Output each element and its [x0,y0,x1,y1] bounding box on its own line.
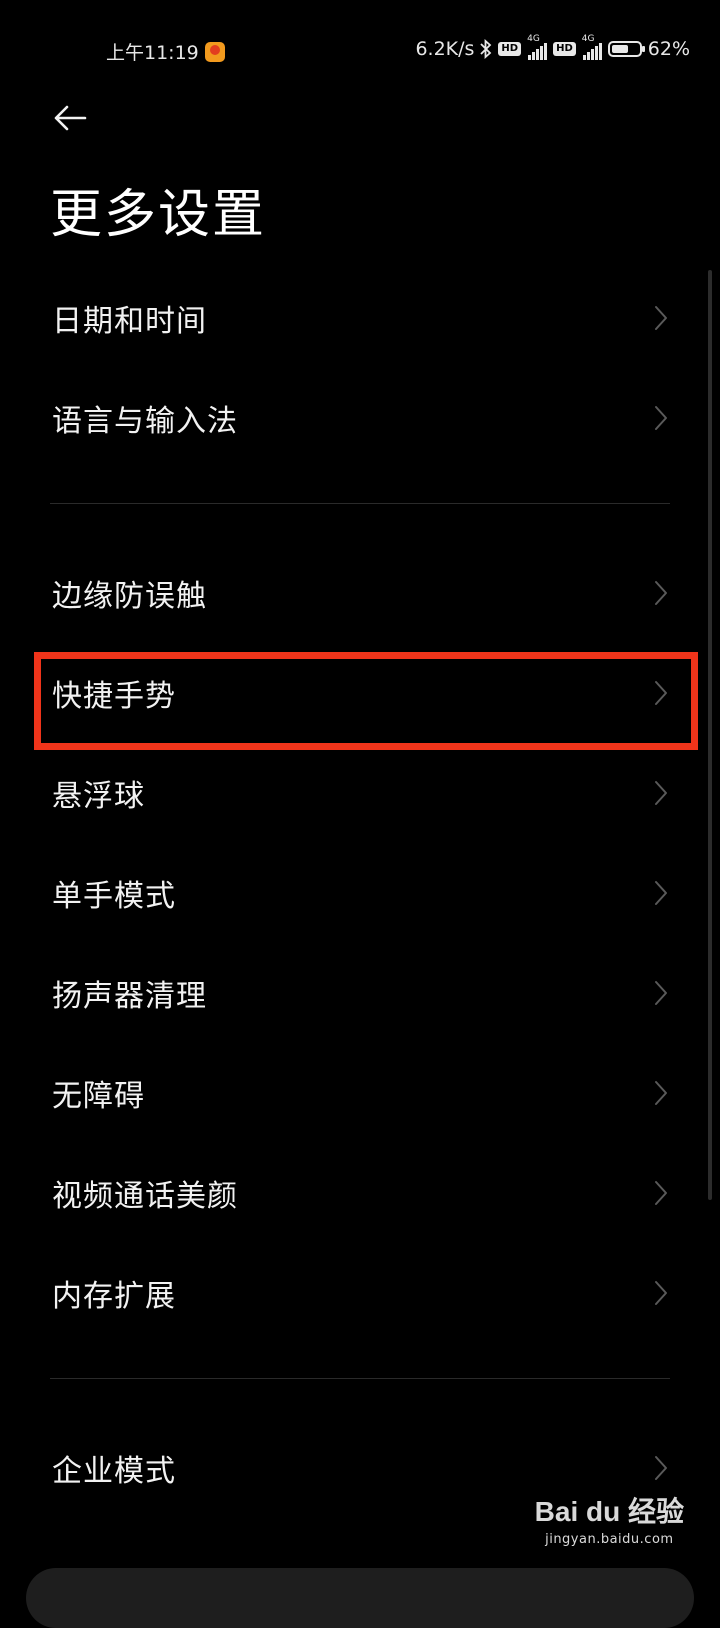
divider [50,1378,670,1379]
settings-item[interactable]: 悬浮球 [0,745,720,841]
battery-fill [611,45,628,53]
chevron-right-icon [655,406,667,430]
network-type: 4G [527,34,540,44]
status-time: 上午11:19 [106,42,199,64]
watermark-url: jingyan.baidu.com [545,1532,674,1547]
settings-item[interactable]: 语言与输入法 [0,370,720,466]
chevron-right-icon [655,681,667,705]
net-speed: 6.2K/s [415,38,475,60]
chevron-right-icon [655,981,667,1005]
settings-item[interactable]: 日期和时间 [0,270,720,366]
settings-item-label: 边缘防误触 [52,579,207,614]
settings-item-label: 内存扩展 [52,1279,176,1314]
settings-item[interactable]: 视频通话美颜 [0,1145,720,1241]
hd-badge: HD [498,42,522,56]
back-arrow-icon[interactable] [52,100,88,136]
chevron-right-icon [655,581,667,605]
settings-item-label: 无障碍 [52,1079,145,1114]
settings-item-label: 扬声器清理 [52,979,207,1014]
hd-badge: HD [553,42,576,56]
settings-item[interactable]: 单手模式 [0,845,720,941]
settings-item[interactable]: 快捷手势 [0,645,720,741]
settings-item[interactable]: 边缘防误触 [0,545,720,641]
battery-icon [607,41,645,57]
chevron-right-icon [655,781,667,805]
chevron-right-icon [655,1456,667,1480]
settings-item-label: 语言与输入法 [52,404,238,439]
battery-percent: 62% [647,38,690,60]
chevron-right-icon [655,1181,667,1205]
signal-icon: 4G [527,34,548,60]
watermark-logo: Bai du 经验 [534,1496,684,1527]
chevron-right-icon [655,1281,667,1305]
status-left: 上午11:19 [106,38,225,65]
settings-item[interactable]: 无障碍 [0,1045,720,1141]
settings-item[interactable]: 内存扩展 [0,1245,720,1341]
bottom-panel [26,1568,694,1628]
settings-item[interactable]: 扬声器清理 [0,945,720,1041]
page-title: 更多设置 [50,185,267,245]
chevron-right-icon [655,881,667,905]
settings-item-label: 企业模式 [52,1454,176,1489]
notification-app-icon [204,41,225,62]
settings-item-label: 悬浮球 [52,779,145,814]
watermark: Bai du 经验 jingyan.baidu.com [535,1490,684,1547]
signal-icon: 4G [582,34,602,60]
settings-item-label: 快捷手势 [52,679,176,714]
bluetooth-icon [480,39,492,59]
scrollbar[interactable] [708,270,712,1200]
chevron-right-icon [655,306,667,330]
divider [50,503,670,504]
network-type: 4G [581,34,595,44]
chevron-right-icon [655,1081,667,1105]
settings-item-label: 日期和时间 [52,304,207,339]
settings-item-label: 视频通话美颜 [52,1179,238,1214]
settings-item-label: 单手模式 [52,879,176,914]
status-right: 6.2K/s HD 4G HD 4G 62% [415,34,690,60]
status-bar: 上午11:19 6.2K/s HD 4G HD 4G 62% [0,0,720,100]
